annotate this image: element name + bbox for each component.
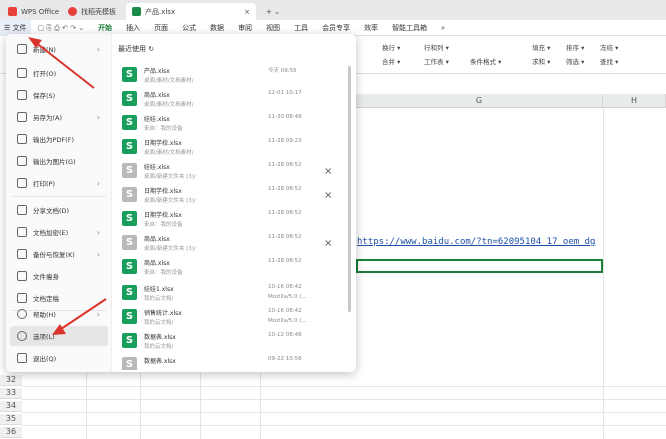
arrow-to-options [57, 298, 107, 332]
annotation-arrows [28, 37, 107, 335]
arrowhead-icon [52, 324, 66, 335]
arrow-to-file-menu [34, 41, 95, 89]
